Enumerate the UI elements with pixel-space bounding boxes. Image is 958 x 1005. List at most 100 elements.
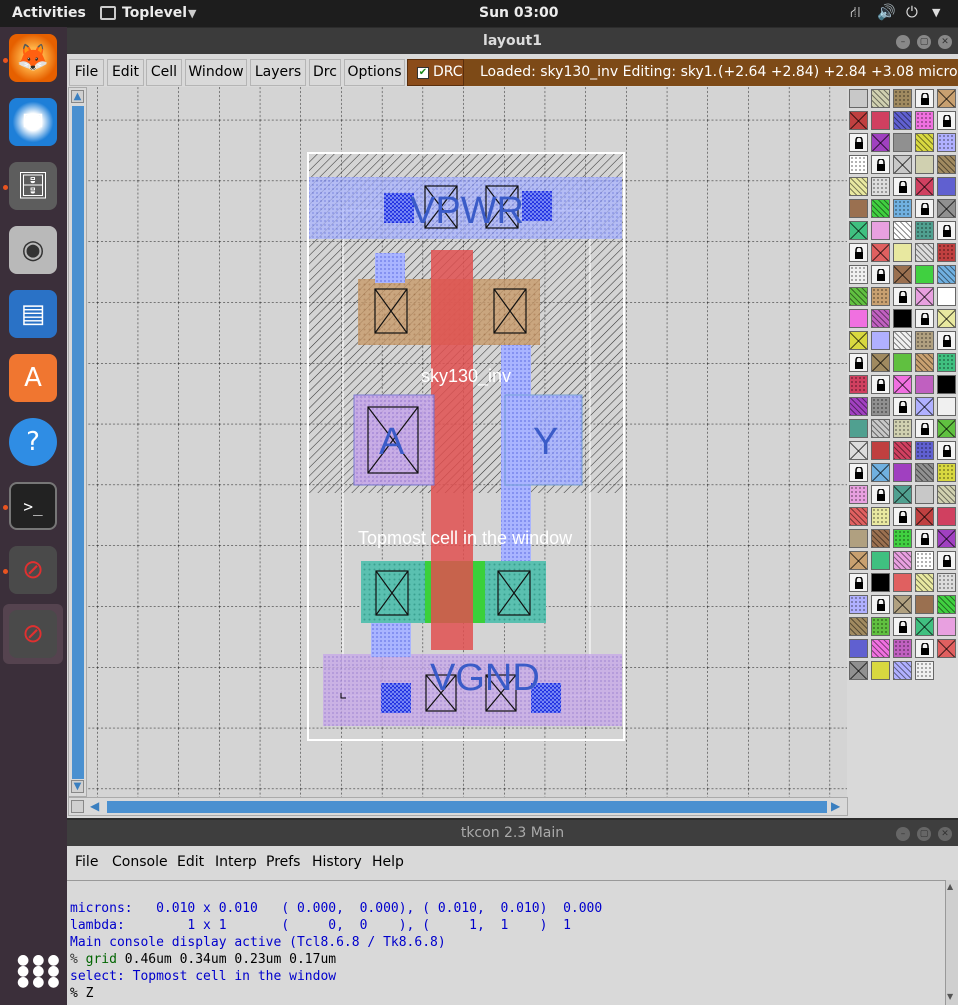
drc-toggle[interactable]: ✔ DRC [407, 59, 464, 86]
thunderbird-icon[interactable]: ✉ [9, 98, 57, 146]
vertical-scroll-thumb[interactable] [72, 106, 84, 779]
layer-swatch[interactable] [937, 155, 956, 174]
layer-swatch[interactable] [893, 375, 912, 394]
layer-swatch[interactable] [937, 287, 956, 306]
layer-lock-icon[interactable] [893, 397, 912, 416]
menu-file[interactable]: File [69, 59, 104, 86]
layer-swatch[interactable] [871, 617, 890, 636]
layer-swatch[interactable] [937, 507, 956, 526]
layer-lock-icon[interactable] [937, 221, 956, 240]
layer-swatch[interactable] [849, 551, 868, 570]
layer-swatch[interactable] [871, 243, 890, 262]
layer-swatch[interactable] [893, 221, 912, 240]
power-icon[interactable]: ⏻ [906, 3, 918, 21]
layer-swatch[interactable] [937, 397, 956, 416]
layer-lock-icon[interactable] [893, 617, 912, 636]
layer-swatch[interactable] [915, 265, 934, 284]
layer-lock-icon[interactable] [849, 243, 868, 262]
layer-swatch[interactable] [871, 551, 890, 570]
layer-lock-icon[interactable] [849, 133, 868, 152]
layer-swatch[interactable] [937, 309, 956, 328]
layer-lock-icon[interactable] [893, 287, 912, 306]
layer-swatch[interactable] [915, 133, 934, 152]
horizontal-scroll-thumb[interactable] [107, 801, 827, 813]
layer-swatch[interactable] [849, 441, 868, 460]
tkcon-menu-interp[interactable]: Interp [215, 854, 257, 870]
layer-lock-icon[interactable] [915, 529, 934, 548]
layer-swatch[interactable] [915, 551, 934, 570]
menu-cell[interactable]: Cell [146, 59, 182, 86]
layer-swatch[interactable] [915, 353, 934, 372]
layer-swatch[interactable] [871, 287, 890, 306]
layer-swatch[interactable] [915, 441, 934, 460]
menu-edit[interactable]: Edit [107, 59, 144, 86]
layer-lock-icon[interactable] [937, 441, 956, 460]
tkcon-close-icon[interactable]: ✕ [938, 827, 952, 841]
layer-lock-icon[interactable] [915, 89, 934, 108]
layer-swatch[interactable] [937, 265, 956, 284]
layer-swatch[interactable] [915, 111, 934, 130]
firefox-icon[interactable]: 🦊 [9, 34, 57, 82]
tkcon-menu-prefs[interactable]: Prefs [266, 854, 300, 870]
layer-lock-icon[interactable] [937, 331, 956, 350]
layer-swatch[interactable] [893, 419, 912, 438]
network-icon[interactable]: ⛙ [850, 3, 861, 23]
layout-canvas[interactable]: VPWR sky130_inv A Y Topmost cell in the … [87, 87, 847, 797]
layer-swatch[interactable] [937, 199, 956, 218]
layer-swatch[interactable] [849, 331, 868, 350]
layer-swatch[interactable] [849, 155, 868, 174]
layer-lock-icon[interactable] [937, 551, 956, 570]
layer-swatch[interactable] [893, 111, 912, 130]
layer-swatch[interactable] [871, 529, 890, 548]
layer-swatch[interactable] [871, 177, 890, 196]
scroll-up-icon[interactable]: ▲ [71, 90, 84, 103]
layer-swatch[interactable] [893, 463, 912, 482]
layer-swatch[interactable] [915, 177, 934, 196]
layer-swatch[interactable] [937, 573, 956, 592]
layer-swatch[interactable] [915, 375, 934, 394]
clock[interactable]: Sun 03:00 [479, 5, 558, 21]
layer-swatch[interactable] [937, 419, 956, 438]
layer-swatch[interactable] [849, 375, 868, 394]
layer-swatch[interactable] [937, 177, 956, 196]
layer-lock-icon[interactable] [871, 595, 890, 614]
zoom-box-icon[interactable] [71, 800, 84, 813]
layer-swatch[interactable] [937, 639, 956, 658]
layer-swatch[interactable] [849, 661, 868, 680]
layer-swatch[interactable] [937, 617, 956, 636]
layer-swatch[interactable] [871, 331, 890, 350]
layer-swatch[interactable] [893, 639, 912, 658]
layer-swatch[interactable] [893, 529, 912, 548]
app-menu[interactable]: Toplevel [122, 5, 187, 21]
layer-lock-icon[interactable] [937, 111, 956, 130]
layer-swatch[interactable] [871, 573, 890, 592]
layer-swatch[interactable] [893, 199, 912, 218]
layer-swatch[interactable] [871, 353, 890, 372]
layer-swatch[interactable] [915, 221, 934, 240]
layer-swatch[interactable] [915, 661, 934, 680]
layer-swatch[interactable] [849, 639, 868, 658]
layer-lock-icon[interactable] [871, 375, 890, 394]
maximize-icon[interactable]: ▢ [917, 35, 931, 49]
layer-swatch[interactable] [849, 265, 868, 284]
layer-swatch[interactable] [893, 551, 912, 570]
vertical-scrollbar[interactable]: ▲ ▼ [68, 87, 87, 797]
menu-options[interactable]: Options [344, 59, 405, 86]
close-icon[interactable]: ✕ [938, 35, 952, 49]
tkcon-menu-file[interactable]: File [75, 854, 98, 870]
layer-swatch[interactable] [871, 221, 890, 240]
terminal-icon[interactable]: >_ [9, 482, 57, 530]
layer-swatch[interactable] [893, 661, 912, 680]
menu-layers[interactable]: Layers [250, 59, 306, 86]
layer-lock-icon[interactable] [871, 265, 890, 284]
minimize-icon[interactable]: – [896, 35, 910, 49]
layer-lock-icon[interactable] [849, 463, 868, 482]
layer-swatch[interactable] [937, 243, 956, 262]
layer-swatch[interactable] [893, 265, 912, 284]
layer-swatch[interactable] [893, 133, 912, 152]
layer-swatch[interactable] [849, 617, 868, 636]
tkcon-maximize-icon[interactable]: ▢ [917, 827, 931, 841]
app-unknown-icon-active[interactable]: ⊘ [9, 610, 57, 658]
layer-swatch[interactable] [849, 309, 868, 328]
layer-swatch[interactable] [915, 155, 934, 174]
